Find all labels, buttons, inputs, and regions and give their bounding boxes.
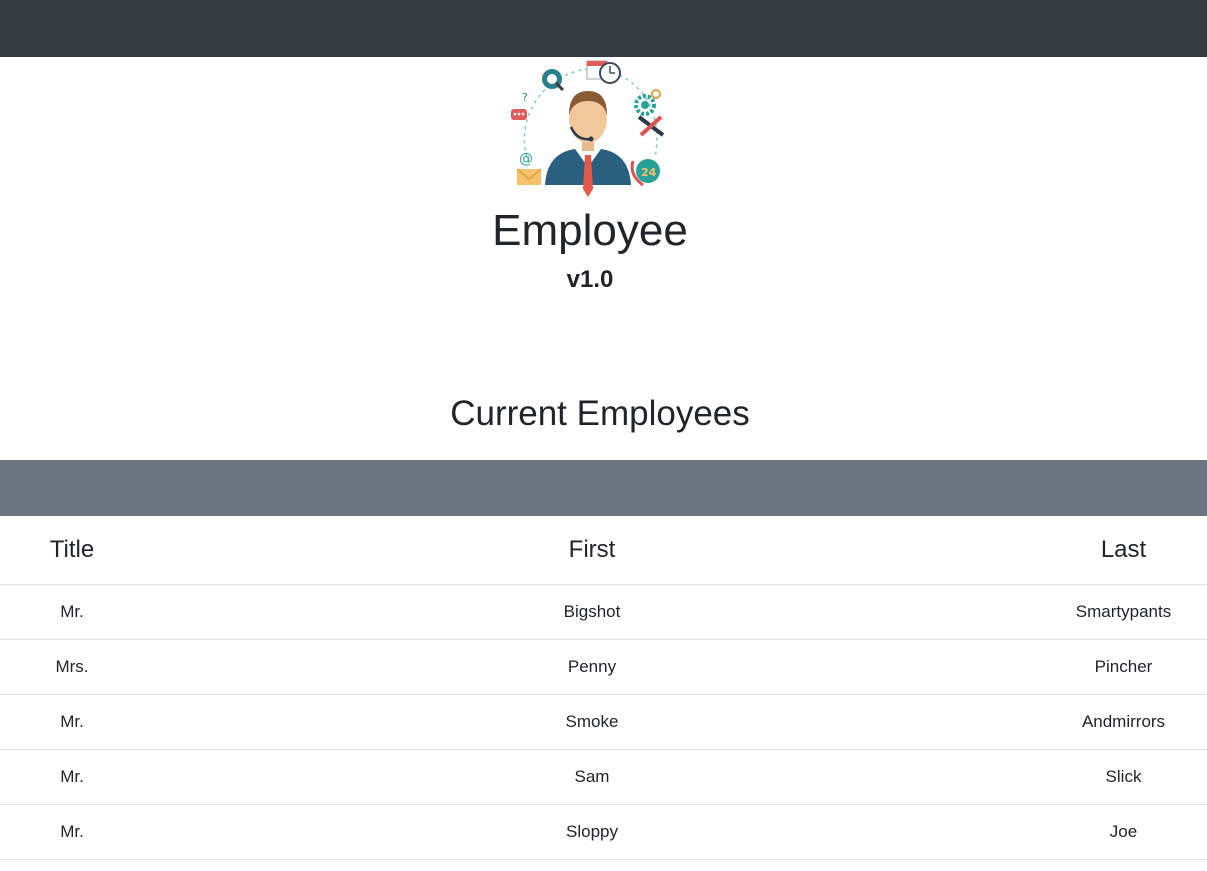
- cell-last: Joe: [1040, 804, 1207, 860]
- cell-first: Sam: [144, 749, 1040, 805]
- svg-text:@: @: [519, 151, 533, 167]
- cell-title: Mrs.: [0, 639, 144, 695]
- chat-bubble-icon: ?: [511, 91, 528, 120]
- app-title: Employee: [492, 206, 688, 255]
- table-row: Mr. Sam Slick: [0, 749, 1207, 805]
- cell-title: Mr.: [0, 749, 144, 805]
- cell-last: Pincher: [1040, 639, 1207, 695]
- email-icon: @: [516, 151, 542, 185]
- column-header-last: Last: [1040, 516, 1207, 585]
- cell-last: Slick: [1040, 749, 1207, 805]
- cell-last: Smartypants: [1040, 584, 1207, 640]
- agent-person-icon: [545, 91, 631, 197]
- cell-title: Mr.: [0, 584, 144, 640]
- support-agent-logo-icon: ? @ 24: [511, 60, 665, 197]
- top-navbar: [0, 0, 1207, 57]
- cell-last: Andmirrors: [1040, 694, 1207, 750]
- search-icon: [542, 69, 565, 92]
- section-title: Current Employees: [450, 394, 750, 433]
- cell-first: Penny: [144, 639, 1040, 695]
- phone-24-icon: 24: [630, 159, 660, 187]
- cell-title: Mr.: [0, 804, 144, 860]
- table-row: Mr. Smoke Andmirrors: [0, 694, 1207, 750]
- table-row: Mr. Bigshot Smartypants: [0, 584, 1207, 640]
- table-header-band: [0, 460, 1207, 516]
- column-header-first: First: [144, 516, 1040, 585]
- column-header-title: Title: [0, 516, 144, 585]
- table-header-row: Title First Last: [0, 516, 1207, 585]
- cell-first: Smoke: [144, 694, 1040, 750]
- table-row: Mrs. Penny Pincher: [0, 639, 1207, 695]
- cell-first: Bigshot: [144, 584, 1040, 640]
- svg-text:?: ?: [522, 91, 528, 104]
- table-row: Mr. Sloppy Joe: [0, 804, 1207, 860]
- app-version: v1.0: [566, 266, 614, 293]
- tools-icon: [637, 115, 665, 137]
- employees-table: Title First Last Mr. Bigshot Smartypants…: [0, 516, 1207, 860]
- svg-text:24: 24: [641, 166, 657, 179]
- cell-title: Mr.: [0, 694, 144, 750]
- gear-icon: [634, 89, 661, 116]
- cell-first: Sloppy: [144, 804, 1040, 860]
- clock-icon: [599, 62, 621, 84]
